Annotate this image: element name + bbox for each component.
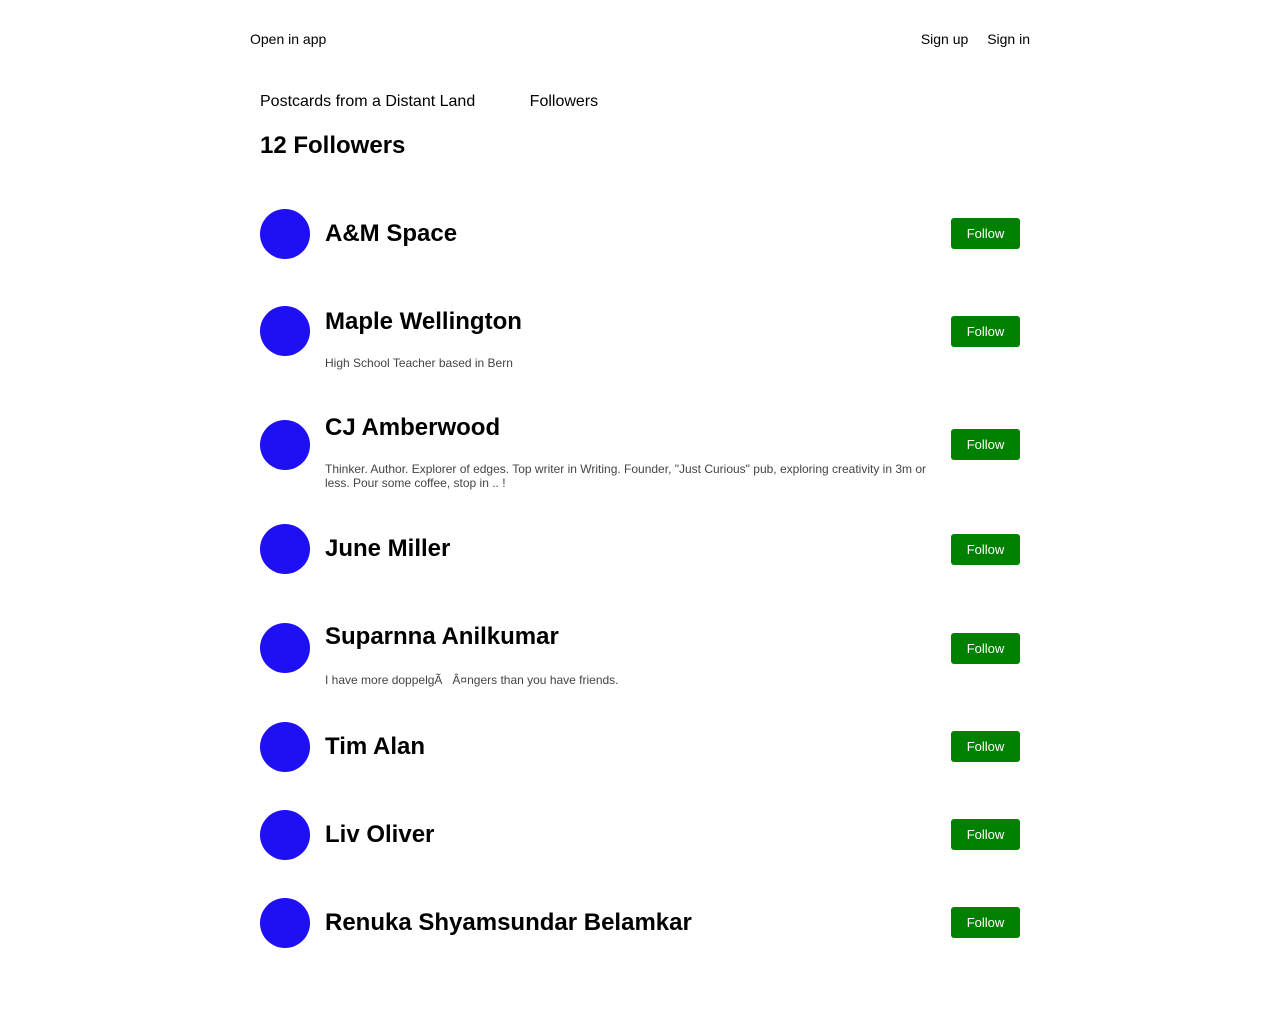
follower-bio: Thinker. Author. Explorer of edges. Top … xyxy=(325,462,927,490)
follow-button[interactable]: Follow xyxy=(951,429,1020,460)
follower-item: Liv Oliver Follow xyxy=(260,810,1020,860)
follower-name[interactable]: Maple Wellington xyxy=(325,307,522,337)
follower-name[interactable]: Liv Oliver xyxy=(325,820,434,850)
avatar[interactable] xyxy=(260,524,310,574)
follow-button[interactable]: Follow xyxy=(951,731,1020,762)
breadcrumb-followers-link[interactable]: Followers xyxy=(530,93,598,110)
follow-button[interactable]: Follow xyxy=(951,819,1020,850)
follow-button[interactable]: Follow xyxy=(951,907,1020,938)
follower-item: Tim Alan Follow xyxy=(260,722,1020,772)
follower-name[interactable]: Renuka Shyamsundar Belamkar xyxy=(325,908,692,938)
avatar[interactable] xyxy=(260,722,310,772)
follower-item: Maple Wellington High School Teacher bas… xyxy=(260,306,1020,370)
follow-button[interactable]: Follow xyxy=(951,218,1020,249)
follower-name[interactable]: CJ Amberwood xyxy=(325,413,500,443)
open-in-app-link[interactable]: Open in app xyxy=(250,30,326,48)
follower-bio: I have more doppelgÃ Â¤ngers than you ha… xyxy=(325,673,619,687)
avatar[interactable] xyxy=(260,209,310,259)
sign-in-link[interactable]: Sign in xyxy=(987,31,1030,47)
follow-button[interactable]: Follow xyxy=(951,534,1020,565)
avatar[interactable] xyxy=(260,306,310,356)
follower-item: Suparnna Anilkumar I have more doppelgÃ … xyxy=(260,623,1020,687)
follow-button[interactable]: Follow xyxy=(951,316,1020,347)
avatar[interactable] xyxy=(260,810,310,860)
follower-name[interactable]: Suparnna Anilkumar xyxy=(325,622,559,652)
breadcrumb: Postcards from a Distant Land Followers xyxy=(260,92,598,112)
avatar[interactable] xyxy=(260,420,310,470)
avatar[interactable] xyxy=(260,898,310,948)
top-nav: Open in app Sign up Sign in xyxy=(250,0,1030,78)
auth-links: Sign up Sign in xyxy=(921,30,1030,48)
follow-button[interactable]: Follow xyxy=(951,633,1020,664)
follower-name[interactable]: Tim Alan xyxy=(325,732,425,762)
breadcrumb-publication-link[interactable]: Postcards from a Distant Land xyxy=(260,93,475,110)
follower-item: A&M Space Follow xyxy=(260,209,1020,259)
follower-item: CJ Amberwood Thinker. Author. Explorer o… xyxy=(260,412,1020,490)
page-title: 12 Followers xyxy=(260,132,406,159)
follower-name[interactable]: A&M Space xyxy=(325,219,457,249)
follower-item: Renuka Shyamsundar Belamkar Follow xyxy=(260,898,1020,948)
follower-bio: High School Teacher based in Bern xyxy=(325,356,513,370)
follower-item: June Miller Follow xyxy=(260,524,1020,574)
follower-name[interactable]: June Miller xyxy=(325,534,450,564)
avatar[interactable] xyxy=(260,623,310,673)
sign-up-link[interactable]: Sign up xyxy=(921,31,968,47)
